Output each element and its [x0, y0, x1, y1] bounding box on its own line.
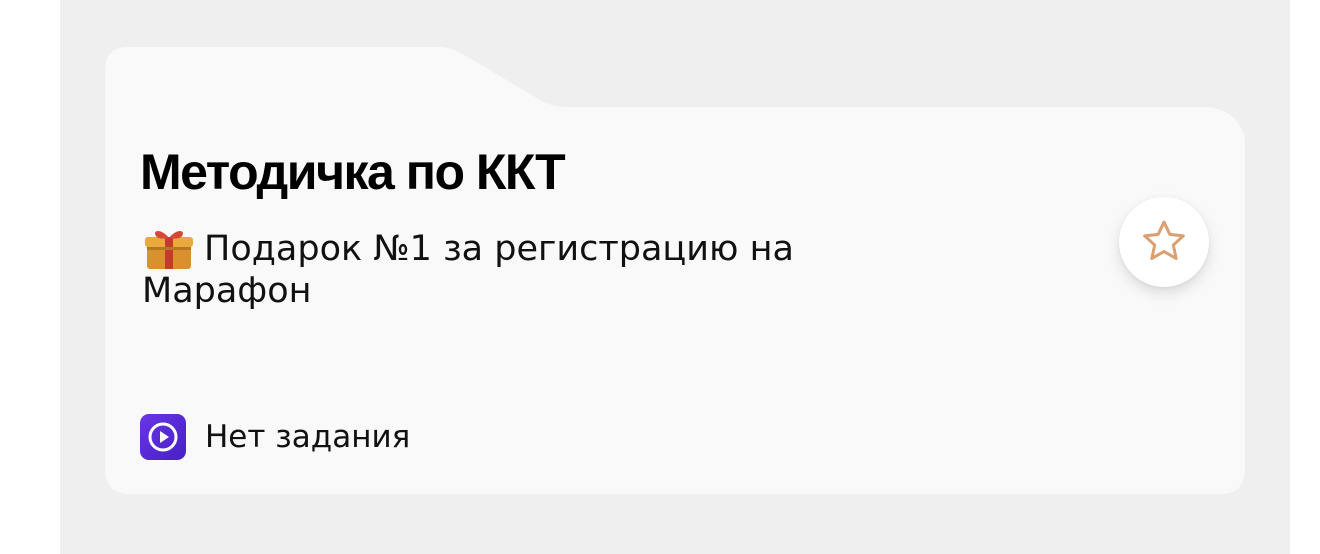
card-subtitle-block: Подарок №1 за регистрацию на Марафон — [142, 228, 882, 312]
task-status-row: Нет задания — [140, 414, 410, 460]
star-outline-icon — [1143, 220, 1185, 260]
wrapped-gift-icon — [142, 228, 196, 270]
card-title: Методичка по ККТ — [140, 144, 566, 200]
play-circle-icon — [140, 414, 186, 460]
card-subtitle: Подарок №1 за регистрацию на Марафон — [142, 229, 794, 311]
favorite-button[interactable] — [1119, 197, 1209, 287]
task-status-label: Нет задания — [205, 419, 411, 455]
